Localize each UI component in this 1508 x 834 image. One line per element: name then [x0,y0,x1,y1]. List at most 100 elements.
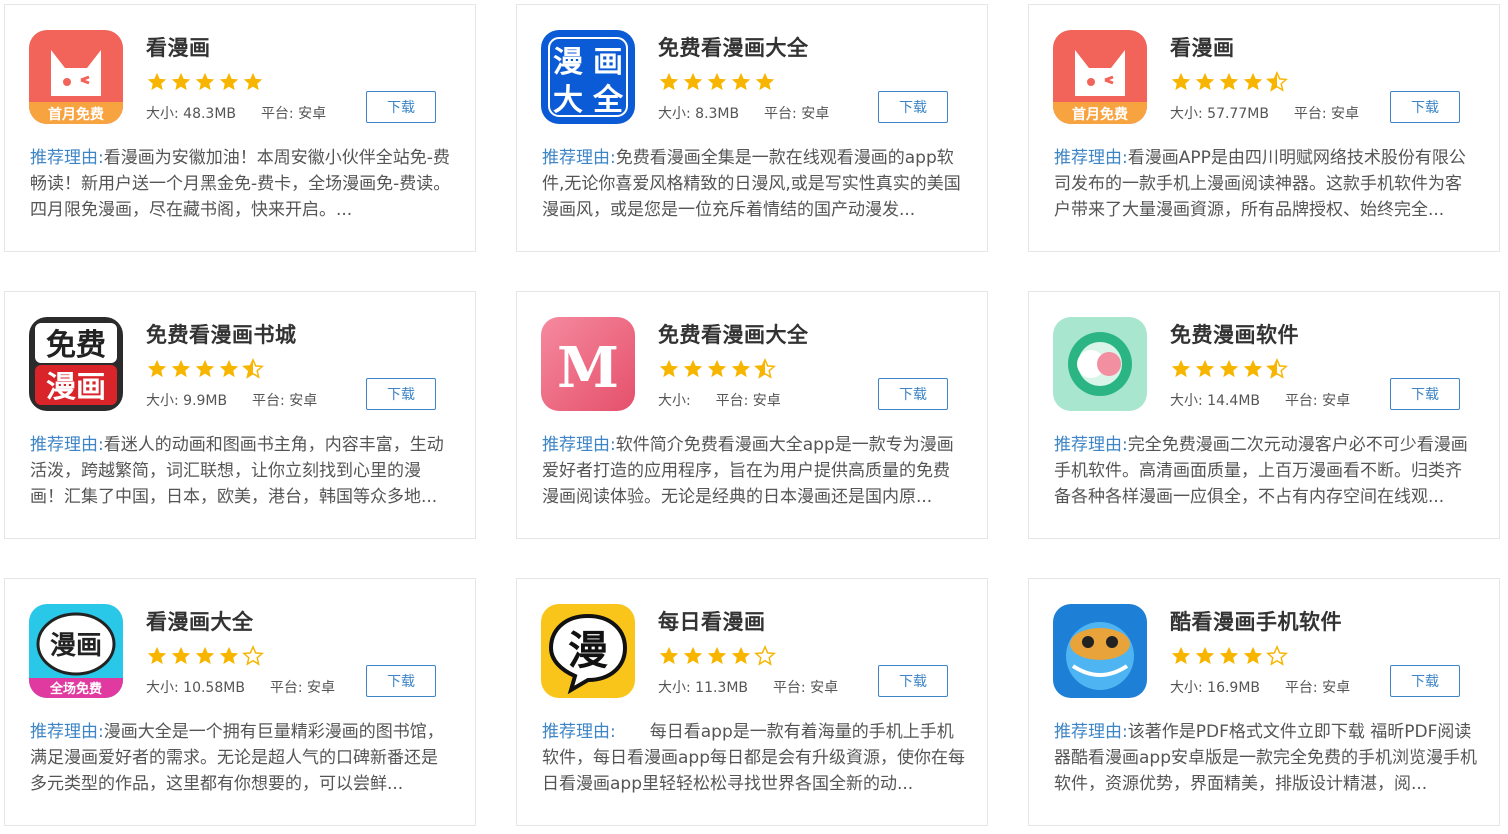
download-button[interactable]: 下载 [878,91,948,123]
star-half-icon [754,358,776,380]
download-button[interactable]: 下载 [878,665,948,697]
app-title[interactable]: 免费看漫画大全 [658,32,809,62]
app-title[interactable]: 免费看漫画大全 [658,319,809,349]
download-button[interactable]: 下载 [366,378,436,410]
pink-m-icon[interactable]: M [541,317,635,411]
platform-value: 安卓 [801,106,830,122]
star-half-icon [1266,71,1288,93]
size-label: 大小: [146,680,184,696]
star-full-icon [194,358,216,380]
cyan-manhua-all-free-icon[interactable]: 漫画 全场免费 [29,604,123,698]
platform-value: 安卓 [307,680,336,696]
star-half-icon [242,358,264,380]
platform-value: 安卓 [1322,393,1351,409]
platform-value: 安卓 [810,680,839,696]
blue-manhua-daquan-icon[interactable]: 漫 画 大 全 [541,30,635,124]
star-full-icon [1242,645,1264,667]
download-button[interactable]: 下载 [366,665,436,697]
star-full-icon [1218,358,1240,380]
reason-label: 推荐理由: [1054,722,1128,742]
rating-stars [1170,71,1288,93]
recommend-reason: 推荐理由:该著作是PDF格式文件立即下载 福昕PDF阅读器酷看漫画app安卓版是… [1054,719,1478,797]
platform-value: 安卓 [1322,680,1351,696]
app-title[interactable]: 免费看漫画书城 [146,319,297,349]
svg-text:大: 大 [553,83,583,118]
app-title[interactable]: 看漫画 [146,32,211,62]
recommend-reason: 推荐理由:看迷人的动画和图画书主角，内容丰富，生动活泼，跨越繁简，词汇联想，让你… [30,432,454,510]
recommend-reason: 推荐理由:看漫画APP是由四川明赋网络技术股份有限公司发布的一款手机上漫画阅读神… [1054,145,1478,223]
app-card-9: 酷看漫画手机软件 大小: 16.9MB 平台: 安卓 下载 推荐理由:该著作是P… [1028,578,1500,826]
platform-label: 平台: [1284,680,1323,696]
app-title[interactable]: 酷看漫画手机软件 [1170,606,1342,636]
platform-label: 平台: [252,393,290,409]
size-label: 大小: [146,106,184,122]
platform-value: 安卓 [298,106,327,122]
rating-stars [146,71,264,93]
star-full-icon [218,71,240,93]
size-label: 大小: [658,393,696,409]
rating-stars [146,645,264,667]
svg-text:全: 全 [592,83,624,118]
app-card-4: 免费 漫画 免费看漫画书城 大小: 9.9MB 平台: 安卓 下载 推荐理由:看… [4,291,476,539]
red-cat-free-month-icon[interactable]: 首月免费 [29,30,123,124]
star-full-icon [194,645,216,667]
recommend-reason: 推荐理由: 每日看app是一款有着海量的手机上手机软件，每日看漫画app每日都是… [542,719,966,797]
app-card-1: 首月免费 看漫画 大小: 48.3MB 平台: 安卓 下载 推荐理由:看漫画为安… [4,4,476,252]
star-full-icon [1242,71,1264,93]
app-card-3: 首月免费 看漫画 大小: 57.77MB 平台: 安卓 下载 推荐理由:看漫画A… [1028,4,1500,252]
star-full-icon [730,358,752,380]
download-button[interactable]: 下载 [1390,378,1460,410]
rating-stars [146,358,264,380]
recommend-reason: 推荐理由:完全免费漫画二次元动漫客户必不可少看漫画手机软件。高清画面质量，上百万… [1054,432,1478,510]
app-title[interactable]: 看漫画大全 [146,606,254,636]
svg-text:M: M [557,335,619,401]
svg-text:全场免费: 全场免费 [49,681,102,697]
app-meta: 大小: 平台: 安卓 [658,390,781,410]
star-full-icon [170,71,192,93]
size-value: 10.58MB [183,680,245,696]
size-label: 大小: [146,393,184,409]
yellow-man-bubble-icon[interactable]: 漫 [541,604,635,698]
size-value: 9.9MB [183,393,228,409]
app-card-7: 漫画 全场免费 看漫画大全 大小: 10.58MB 平台: 安卓 下载 推荐理由… [4,578,476,826]
star-full-icon [1170,645,1192,667]
download-button[interactable]: 下载 [878,378,948,410]
rating-stars [658,645,776,667]
platform-label: 平台: [269,680,308,696]
mint-circle-icon[interactable] [1053,317,1147,411]
blue-bear-pilot-icon[interactable] [1053,604,1147,698]
app-meta: 大小: 11.3MB 平台: 安卓 [658,677,838,697]
recommend-reason: 推荐理由:软件简介免费看漫画大全app是一款专为漫画爱好者打造的应用程序，旨在为… [542,432,966,510]
app-title[interactable]: 免费漫画软件 [1170,319,1299,349]
reason-label: 推荐理由: [542,148,616,168]
star-empty-icon [242,645,264,667]
platform-value: 安卓 [289,393,318,409]
star-full-icon [194,71,216,93]
star-full-icon [1194,358,1216,380]
app-meta: 大小: 10.58MB 平台: 安卓 [146,677,335,697]
star-full-icon [706,358,728,380]
size-label: 大小: [1170,106,1208,122]
platform-label: 平台: [1293,106,1332,122]
red-cat-free-month-icon[interactable]: 首月免费 [1053,30,1147,124]
star-full-icon [218,358,240,380]
platform-value: 安卓 [752,393,781,409]
size-label: 大小: [1170,680,1208,696]
app-title[interactable]: 看漫画 [1170,32,1235,62]
rating-stars [658,71,776,93]
download-button[interactable]: 下载 [1390,665,1460,697]
free-manhua-black-red-icon[interactable]: 免费 漫画 [29,317,123,411]
download-button[interactable]: 下载 [366,91,436,123]
svg-text:漫: 漫 [568,628,608,674]
star-full-icon [146,358,168,380]
star-full-icon [146,645,168,667]
rating-stars [1170,645,1288,667]
download-button[interactable]: 下载 [1390,91,1460,123]
size-value: 8.3MB [695,106,740,122]
platform-label: 平台: [715,393,753,409]
reason-label: 推荐理由: [30,722,104,742]
app-title[interactable]: 每日看漫画 [658,606,766,636]
app-card-6: 免费漫画软件 大小: 14.4MB 平台: 安卓 下载 推荐理由:完全免费漫画二… [1028,291,1500,539]
recommend-reason: 推荐理由:看漫画为安徽加油！本周安徽小伙伴全站免-费畅读！新用户送一个月黑金免-… [30,145,454,223]
size-value: 11.3MB [695,680,749,696]
